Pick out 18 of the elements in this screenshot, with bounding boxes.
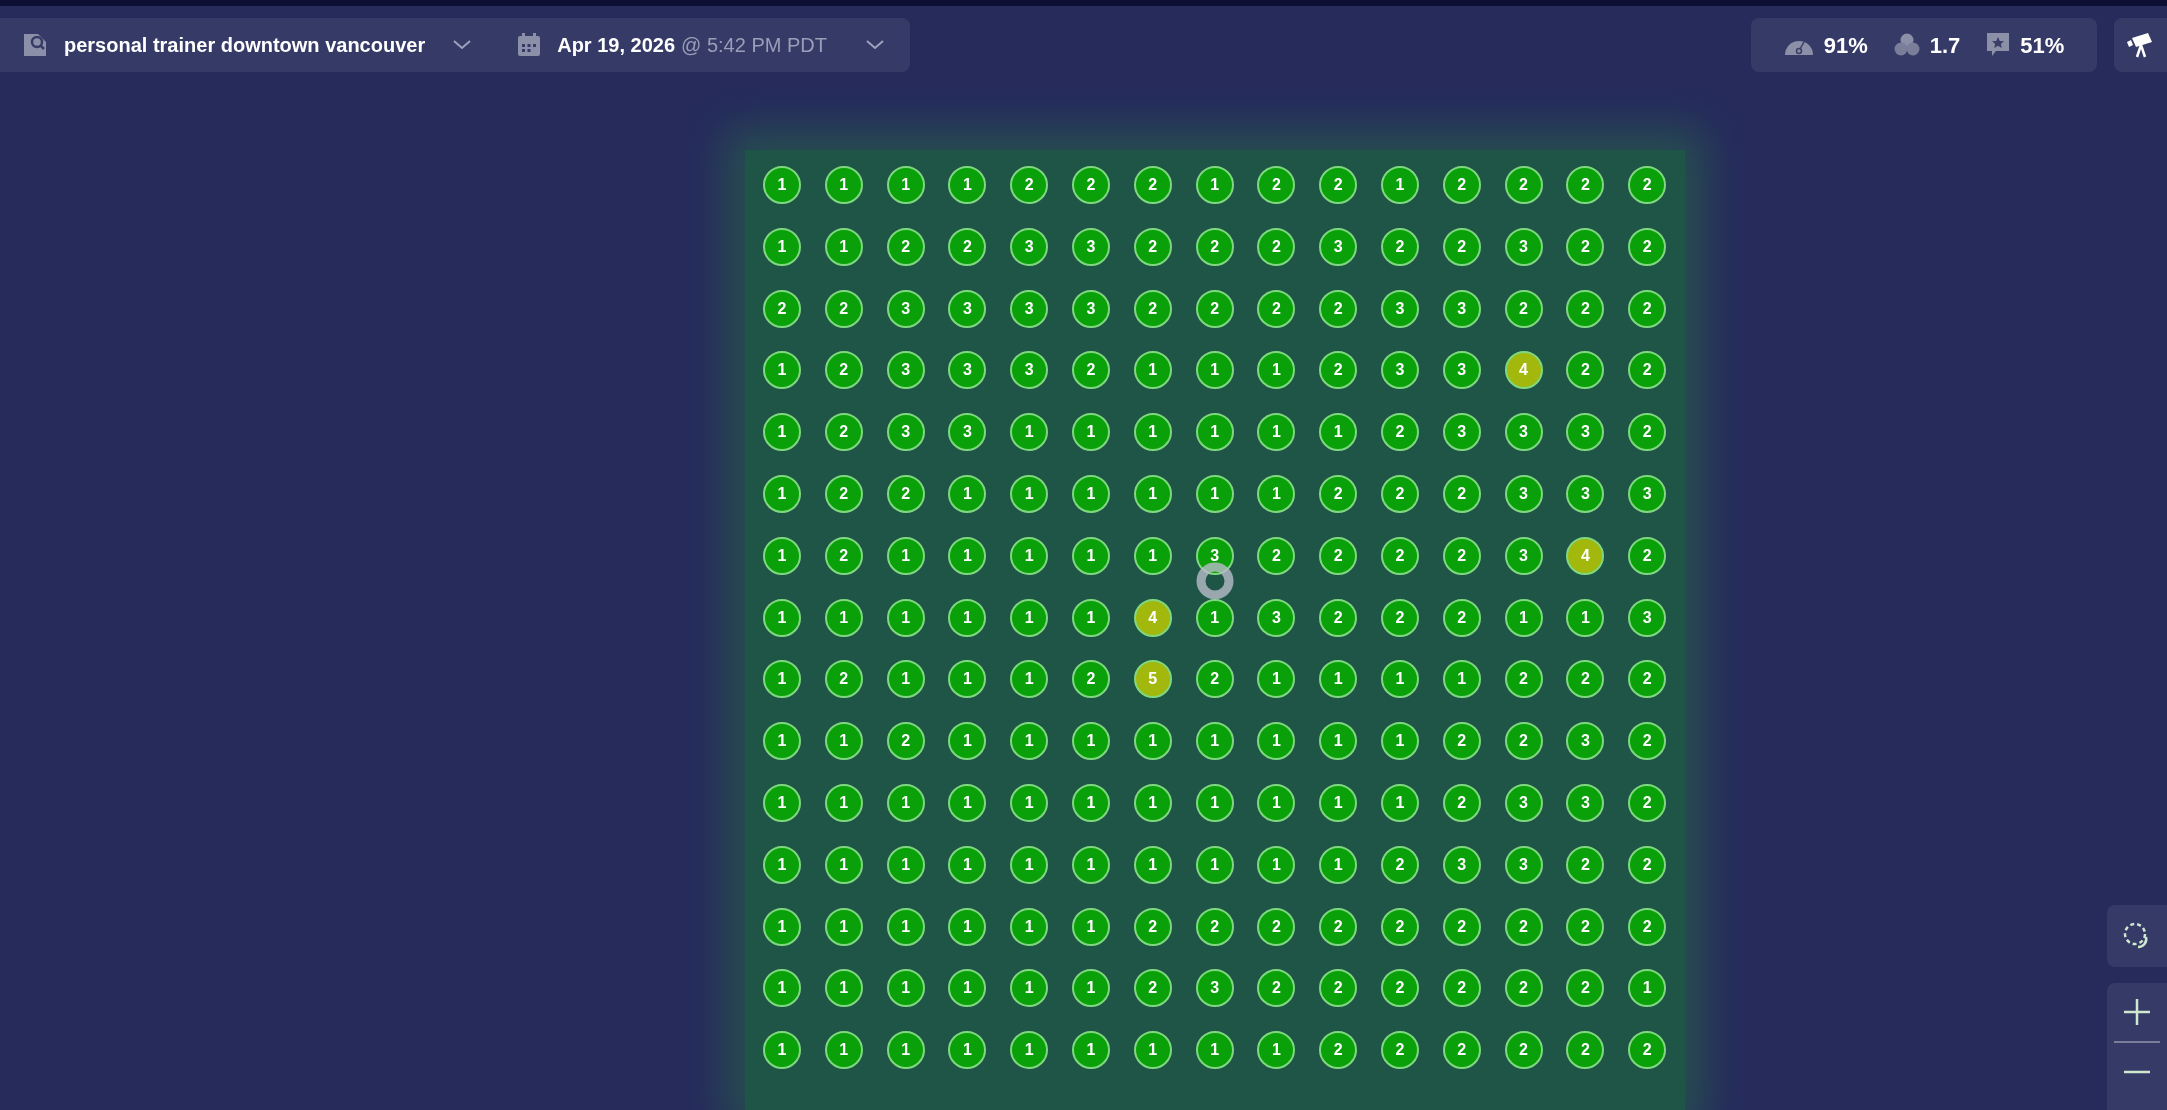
calendar-icon: [517, 33, 542, 57]
location-pin-icon: [1195, 561, 1235, 601]
stat-value: 51%: [2020, 31, 2065, 60]
lasso-button[interactable]: [2107, 905, 2167, 967]
chevron-down-icon[interactable]: [866, 40, 884, 50]
stat-value: 1.7: [1929, 31, 1961, 60]
date-text: Apr 19, 2026: [557, 33, 676, 58]
search-document-icon: [22, 32, 48, 58]
telescope-icon: [2126, 32, 2154, 58]
star-comment-icon: [1986, 32, 2011, 58]
time-text: @ 5:42 PM PDT: [681, 33, 827, 58]
chevron-down-icon[interactable]: [453, 40, 472, 50]
stat-value: 91%: [1823, 31, 1868, 60]
overlapping-circles-icon: [1893, 33, 1920, 57]
keyword-text: personal trainer downtown vancouver: [64, 33, 426, 58]
plus-icon: [2123, 998, 2151, 1026]
telescope-button[interactable]: [2114, 18, 2167, 72]
minus-icon: [2123, 1070, 2151, 1074]
